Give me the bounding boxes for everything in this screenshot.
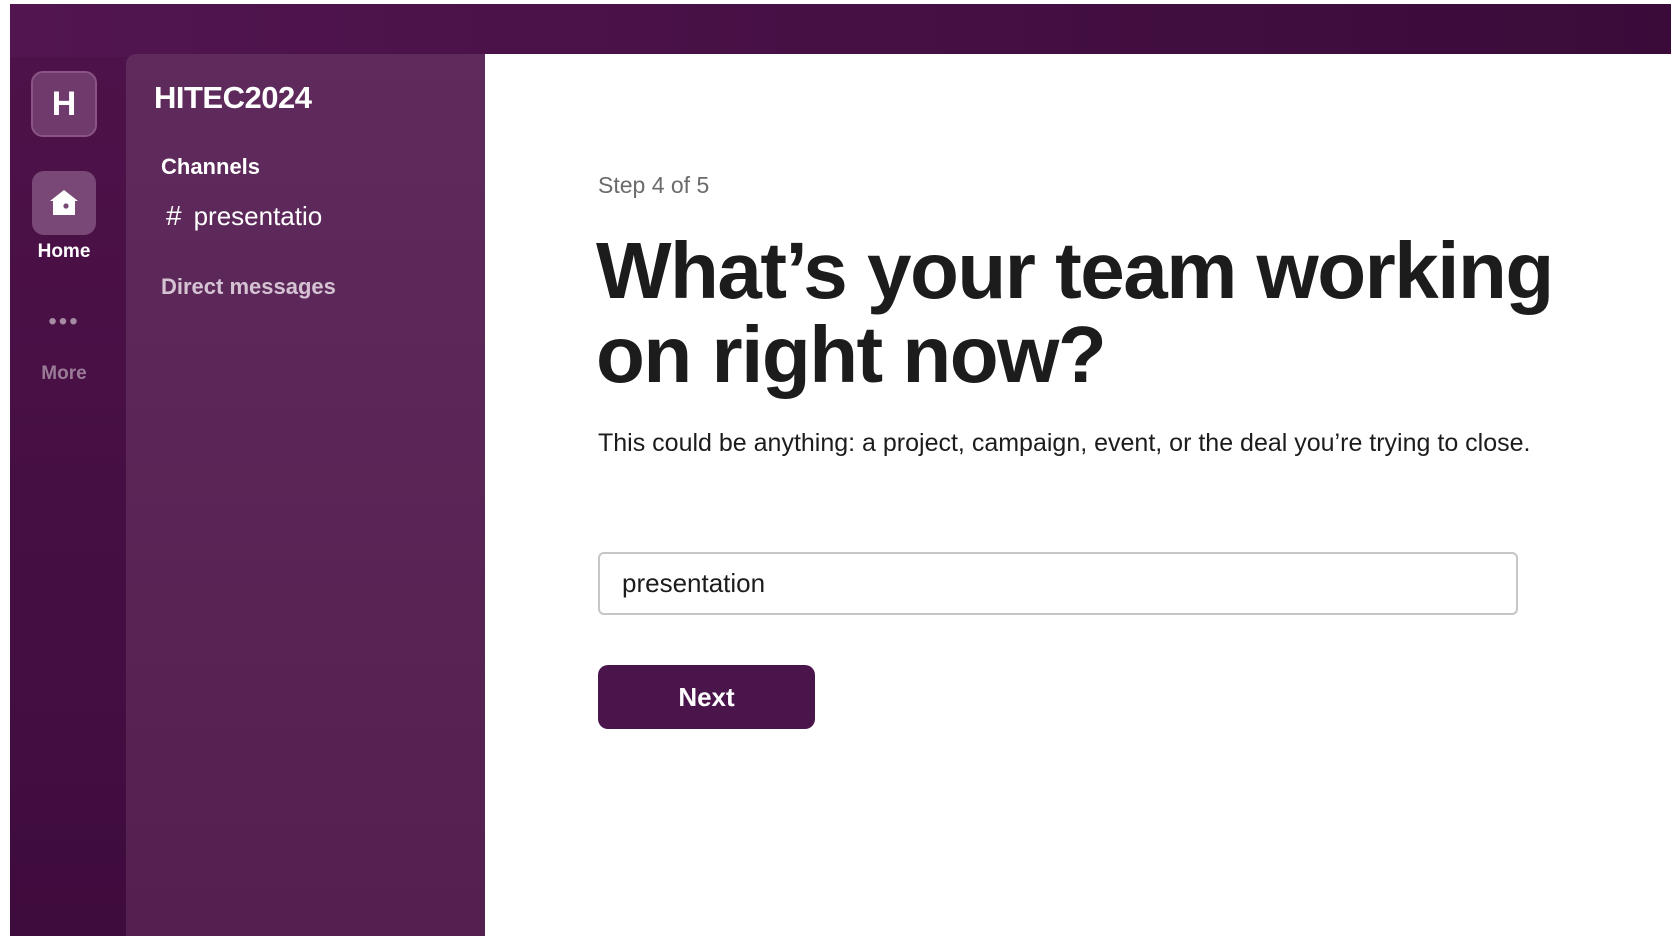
sidebar-item-channel[interactable]: # presentatio: [166, 200, 322, 232]
project-name-input[interactable]: [598, 552, 1518, 615]
next-button[interactable]: Next: [598, 665, 815, 729]
channel-sidebar: HITEC2024 Channels # presentatio Direct …: [126, 54, 485, 936]
app-window: H Home ••• More HITEC2024 Channels # pre…: [10, 4, 1671, 936]
workspace-rail: H Home ••• More: [10, 57, 126, 936]
description: This could be anything: a project, campa…: [598, 429, 1531, 457]
onboarding-panel: Step 4 of 5 What’s your team working on …: [485, 54, 1671, 936]
home-icon: [50, 190, 78, 215]
direct-messages-section-title[interactable]: Direct messages: [161, 274, 336, 300]
workspace-name[interactable]: HITEC2024: [154, 80, 312, 116]
home-button[interactable]: [32, 171, 96, 235]
more-label[interactable]: More: [10, 363, 118, 385]
workspace-avatar[interactable]: H: [31, 71, 97, 137]
page-title: What’s your team working on right now?: [596, 226, 1554, 399]
top-bar: [10, 4, 1671, 57]
more-dots-icon[interactable]: •••: [44, 310, 84, 334]
home-label: Home: [37, 241, 91, 262]
channels-section-title[interactable]: Channels: [161, 154, 260, 180]
channel-name: presentatio: [193, 200, 323, 231]
hash-icon: #: [166, 200, 182, 231]
step-indicator: Step 4 of 5: [598, 172, 710, 198]
